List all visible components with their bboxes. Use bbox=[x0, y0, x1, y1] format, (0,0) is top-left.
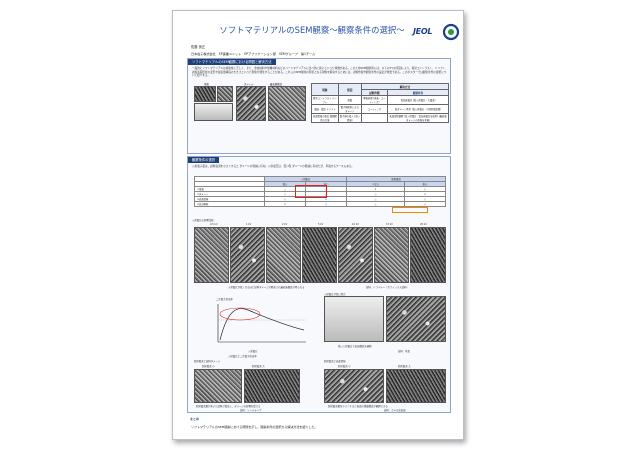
sem-image-hair-1 bbox=[324, 296, 384, 342]
cell-cause: 電子線の侵入 (深い情報) bbox=[337, 113, 362, 123]
bottom-right-sample: 試料：カヤの実表面 bbox=[384, 409, 406, 412]
voltage-label: 15 kV bbox=[386, 223, 393, 226]
cell-prep: 導電処理 (蒸着・コーティング) bbox=[360, 95, 389, 105]
sem-image-strip bbox=[374, 227, 409, 283]
poster-title: ソフトマテリアルのSEM観察～観察条件の選択～ bbox=[219, 25, 405, 35]
bottom-left-label: 照射電流と試料ダメージ bbox=[194, 360, 221, 363]
sem-image-charge-1 bbox=[194, 86, 216, 102]
strip-caption: 入射電圧が低くなるほど試料ダメージが軽減され最表面構造が得られる bbox=[228, 286, 305, 289]
section-problems-heading: ソフトマテリアルのSEM観察における問題と解決方法 bbox=[188, 59, 276, 65]
summary-heading: まとめ bbox=[190, 417, 200, 421]
voltage-label: 2 kV bbox=[282, 223, 288, 226]
graph-xlabel: 入射電圧 bbox=[248, 350, 258, 353]
sem-image-tape-1 bbox=[194, 369, 242, 403]
sem-image-tape-2 bbox=[244, 369, 300, 403]
sem-image-charge-3 bbox=[194, 103, 233, 121]
voltage-label: 1 kV bbox=[246, 223, 252, 226]
sem-image-hair-2 bbox=[386, 296, 446, 342]
table-row: ④高分解能 × ○ △ ○ bbox=[194, 201, 447, 207]
bottom-right-label: 照射電流と表面情報 bbox=[324, 360, 346, 363]
author: 佐藤 良正 bbox=[191, 45, 206, 49]
cell-prep bbox=[360, 113, 389, 123]
section-conditions: 観察条件の選択 入射電子量は、試料電流を小さくすると ダメージの軽減に有効。入射… bbox=[187, 156, 451, 413]
bottom-right-sub1: 照射電流 小 bbox=[338, 365, 351, 368]
section-problems: ソフトマテリアルのSEM観察における問題と解決方法 一般的にソフトマテリアルは導… bbox=[187, 58, 451, 154]
row-label: ④高分解能 bbox=[194, 201, 265, 207]
strip-label: 入射電圧の影響比較 bbox=[192, 219, 214, 222]
sem-image-strip bbox=[338, 227, 373, 283]
affiliation: 日本電子株式会社 EP事業ユニット EPアプリケーション部 SEMグループ 第1… bbox=[191, 52, 316, 56]
cell-cond: 表面形状観察 (低入射電圧・低加速電圧を使用) (最表層ダメージの有無を考慮) bbox=[387, 113, 449, 123]
cell-phenomenon: 収縮・変形 ドリフト bbox=[311, 104, 339, 114]
highlight-red-box bbox=[295, 185, 327, 198]
cell: ○ bbox=[403, 201, 447, 207]
strip-sample: 試料：ドライヤー（セラミックス試料） bbox=[366, 286, 409, 289]
bottom-left-sub1: 照射電流 小 bbox=[202, 365, 215, 368]
bottom-left-sample: 試料：ソールテープ bbox=[240, 409, 262, 412]
sem-image-strip bbox=[266, 227, 301, 283]
col-phenomenon: 現象 bbox=[311, 83, 339, 96]
sem-image-strip bbox=[302, 227, 337, 283]
right-image-caption: 低い入射電圧で表面構造を観察 bbox=[338, 345, 372, 348]
sem-image-seed-2 bbox=[386, 369, 446, 403]
cell: ○ bbox=[305, 201, 348, 207]
highlight-orange-box bbox=[392, 207, 428, 213]
cell-phenomenon: 異常コントラスト ドリフト bbox=[311, 95, 339, 105]
col-cause: 原因 bbox=[337, 83, 362, 96]
sem-image-surface bbox=[268, 86, 306, 121]
cell-cause: 帯電 bbox=[337, 95, 362, 105]
sem-image-seed-1 bbox=[324, 369, 384, 403]
section-problems-text: 一般的にソフトマテリアルは導電性に乏しく、また、金属材料や無機材料などのハードマ… bbox=[192, 67, 448, 78]
bottom-right-sub2: 照射電流 大 bbox=[398, 365, 411, 368]
sem-image-charge-2 bbox=[217, 86, 233, 102]
sem-image-strip bbox=[230, 227, 265, 283]
graph-note: 入射電圧と二次電子放出率 bbox=[228, 355, 257, 358]
cell-cond: 低ダメージ条件 (低入射電圧・小照射電流量) bbox=[387, 104, 449, 114]
table-row: 表面情報の喪失 微細構造の欠落 電子線の侵入 (深い情報) 表面形状観察 (低入… bbox=[311, 113, 449, 123]
cell-cond: 低加速電圧 (低入射電圧・大電流) bbox=[387, 95, 449, 105]
secondary-emission-graph bbox=[217, 304, 306, 343]
jeol-logo-text: JEOL bbox=[413, 27, 433, 36]
cell-prep: コーティング bbox=[360, 104, 389, 114]
summary-text: ソフトマテリアルのSEM観察における問題を示し、観察条件の選択から解決方法を紹介… bbox=[191, 425, 318, 429]
cell: △ bbox=[346, 201, 405, 207]
sem-image-strip bbox=[194, 227, 229, 283]
bottom-left-sub2: 照射電流 大 bbox=[252, 365, 265, 368]
section-conditions-text: 入射電子量は、試料電流を小さくすると ダメージの軽減に有効。入射電圧は、低い程 … bbox=[192, 165, 355, 168]
table-row: 収縮・変形 ドリフト 電子線照射による ダメージ コーティング 低ダメージ条件 … bbox=[311, 104, 449, 114]
right-image-sample: 試料：毛髪 bbox=[398, 350, 410, 353]
voltage-label: 5 kV bbox=[318, 223, 324, 226]
voltage-label: 20 kV bbox=[420, 223, 427, 226]
cell: × bbox=[263, 201, 307, 207]
table-row: 異常コントラスト ドリフト 帯電 導電処理 (蒸着・コーティング) 低加速電圧 … bbox=[311, 95, 449, 105]
voltage-label: 0.5 kV bbox=[210, 223, 218, 226]
sem-image-strip bbox=[410, 227, 446, 283]
problem-solution-table: 現象 原因 解決方法 試料作製 観察条件 異常コントラスト ドリフト 帯電 導電… bbox=[311, 83, 450, 123]
voltage-label: 10 kV bbox=[352, 223, 359, 226]
cell-cause: 電子線照射による ダメージ bbox=[337, 104, 362, 114]
section-conditions-heading: 観察条件の選択 bbox=[188, 157, 220, 163]
bottom-right-caption: 照射電流量を小さくすると表面の微細構造が観察できる bbox=[328, 405, 388, 408]
poster: ソフトマテリアルのSEM観察～観察条件の選択～ JEOL 佐藤 良正 日本電子株… bbox=[172, 10, 464, 440]
sem-image-damage bbox=[236, 86, 266, 121]
cell-phenomenon: 表面情報の喪失 微細構造の欠落 bbox=[311, 113, 339, 123]
